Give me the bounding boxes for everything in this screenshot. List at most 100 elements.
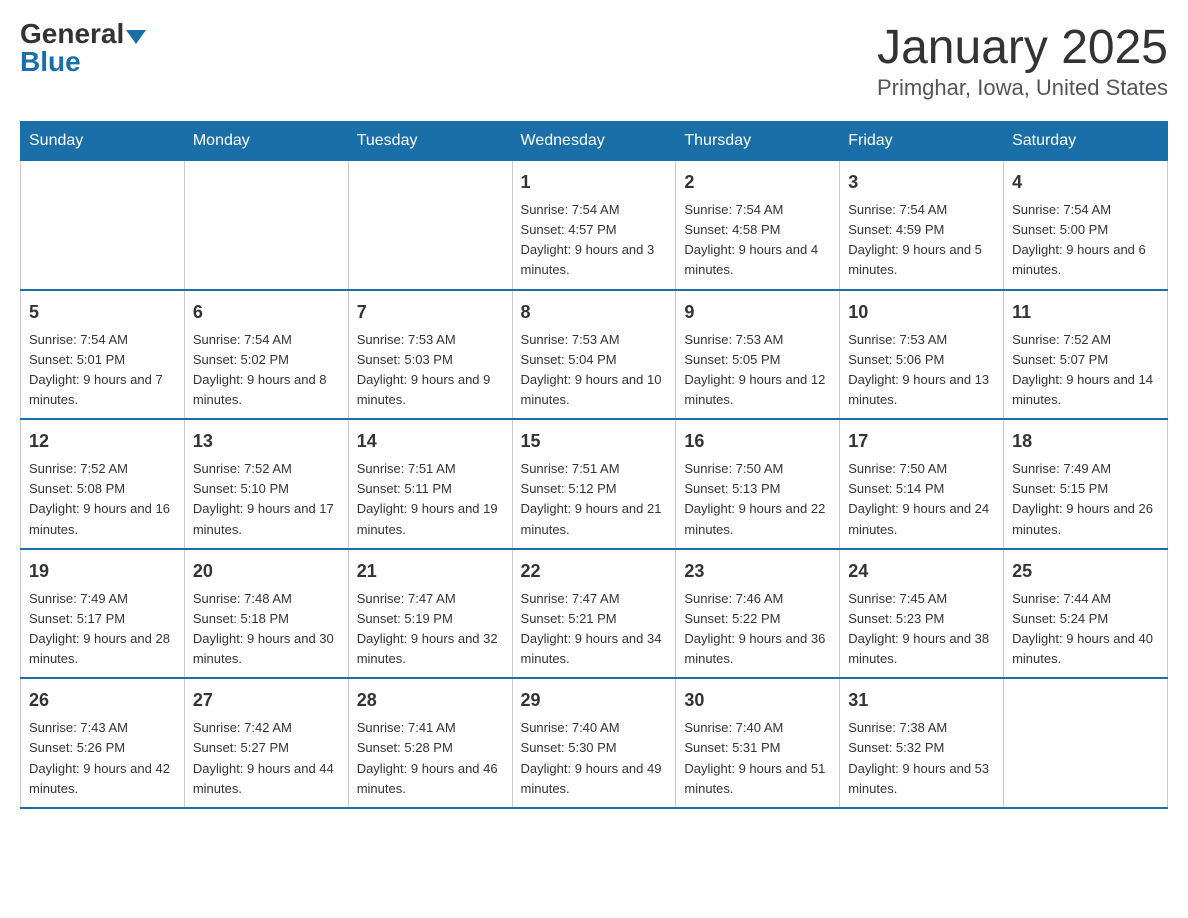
day-info: Sunrise: 7:54 AMSunset: 4:57 PMDaylight:… — [521, 200, 668, 281]
logo-triangle-icon — [126, 30, 146, 44]
day-info: Sunrise: 7:50 AMSunset: 5:13 PMDaylight:… — [684, 459, 831, 540]
calendar-day-cell — [21, 161, 185, 290]
calendar-week-row: 26Sunrise: 7:43 AMSunset: 5:26 PMDayligh… — [21, 678, 1168, 808]
day-info: Sunrise: 7:53 AMSunset: 5:06 PMDaylight:… — [848, 330, 995, 411]
calendar-day-cell: 31 Sunrise: 7:38 AMSunset: 5:32 PMDayligh… — [840, 678, 1004, 808]
calendar-day-cell: 25Sunrise: 7:44 AMSunset: 5:24 PMDayligh… — [1004, 549, 1168, 679]
day-info: Sunrise: 7:49 AMSunset: 5:17 PMDaylight:… — [29, 589, 176, 670]
calendar-day-cell: 6Sunrise: 7:54 AMSunset: 5:02 PMDaylight… — [184, 290, 348, 420]
calendar-day-cell: 18Sunrise: 7:49 AMSunset: 5:15 PMDayligh… — [1004, 419, 1168, 549]
day-info: Sunrise: 7:53 AMSunset: 5:03 PMDaylight:… — [357, 330, 504, 411]
calendar-day-cell: 24 Sunrise: 7:45 AMSunset: 5:23 PMDayligh… — [840, 549, 1004, 679]
calendar-day-cell: 8 Sunrise: 7:53 AMSunset: 5:04 PMDaylight… — [512, 290, 676, 420]
day-info: Sunrise: 7:54 AMSunset: 5:00 PMDaylight:… — [1012, 200, 1159, 281]
logo-line2: Blue — [20, 48, 81, 76]
day-info: Sunrise: 7:42 AMSunset: 5:27 PMDaylight:… — [193, 718, 340, 799]
day-number: 2 — [684, 169, 831, 196]
day-info: Sunrise: 7:51 AMSunset: 5:11 PMDaylight:… — [357, 459, 504, 540]
day-number: 30 — [684, 687, 831, 714]
calendar-day-cell: 11Sunrise: 7:52 AMSunset: 5:07 PMDayligh… — [1004, 290, 1168, 420]
day-number: 10 — [848, 299, 995, 326]
calendar-day-cell: 2 Sunrise: 7:54 AMSunset: 4:58 PMDaylight… — [676, 161, 840, 290]
logo-general-text: General — [20, 18, 124, 49]
title-section: January 2025 Primghar, Iowa, United Stat… — [877, 20, 1168, 101]
calendar-day-cell: 15Sunrise: 7:51 AMSunset: 5:12 PMDayligh… — [512, 419, 676, 549]
day-number: 5 — [29, 299, 176, 326]
day-number: 17 — [848, 428, 995, 455]
day-info: Sunrise: 7:54 AMSunset: 4:58 PMDaylight:… — [684, 200, 831, 281]
day-number: 23 — [684, 558, 831, 585]
calendar-day-cell: 9 Sunrise: 7:53 AMSunset: 5:05 PMDaylight… — [676, 290, 840, 420]
calendar-week-row: 1 Sunrise: 7:54 AMSunset: 4:57 PMDaylight… — [21, 161, 1168, 290]
calendar-day-header: Tuesday — [348, 122, 512, 161]
day-number: 21 — [357, 558, 504, 585]
day-number: 1 — [521, 169, 668, 196]
calendar-day-cell: 12Sunrise: 7:52 AMSunset: 5:08 PMDayligh… — [21, 419, 185, 549]
calendar-day-cell: 17 Sunrise: 7:50 AMSunset: 5:14 PMDayligh… — [840, 419, 1004, 549]
subtitle: Primghar, Iowa, United States — [877, 75, 1168, 101]
calendar-week-row: 5 Sunrise: 7:54 AMSunset: 5:01 PMDaylight… — [21, 290, 1168, 420]
day-number: 7 — [357, 299, 504, 326]
day-info: Sunrise: 7:54 AMSunset: 5:01 PMDaylight:… — [29, 330, 176, 411]
day-info: Sunrise: 7:49 AMSunset: 5:15 PMDaylight:… — [1012, 459, 1159, 540]
calendar-day-cell — [184, 161, 348, 290]
calendar-day-cell — [1004, 678, 1168, 808]
calendar-day-cell: 5 Sunrise: 7:54 AMSunset: 5:01 PMDaylight… — [21, 290, 185, 420]
day-number: 28 — [357, 687, 504, 714]
day-number: 9 — [684, 299, 831, 326]
day-number: 12 — [29, 428, 176, 455]
calendar-day-cell: 22 Sunrise: 7:47 AMSunset: 5:21 PMDayligh… — [512, 549, 676, 679]
calendar-day-cell: 19 Sunrise: 7:49 AMSunset: 5:17 PMDayligh… — [21, 549, 185, 679]
logo-line1: General — [20, 20, 146, 48]
day-info: Sunrise: 7:53 AMSunset: 5:05 PMDaylight:… — [684, 330, 831, 411]
day-info: Sunrise: 7:50 AMSunset: 5:14 PMDaylight:… — [848, 459, 995, 540]
day-number: 3 — [848, 169, 995, 196]
day-number: 29 — [521, 687, 668, 714]
calendar-day-cell: 1 Sunrise: 7:54 AMSunset: 4:57 PMDaylight… — [512, 161, 676, 290]
day-info: Sunrise: 7:52 AMSunset: 5:10 PMDaylight:… — [193, 459, 340, 540]
calendar-day-cell: 14 Sunrise: 7:51 AMSunset: 5:11 PMDayligh… — [348, 419, 512, 549]
calendar-day-cell: 7 Sunrise: 7:53 AMSunset: 5:03 PMDaylight… — [348, 290, 512, 420]
logo: General Blue — [20, 20, 146, 76]
day-number: 19 — [29, 558, 176, 585]
calendar-table: SundayMondayTuesdayWednesdayThursdayFrid… — [20, 121, 1168, 809]
day-number: 26 — [29, 687, 176, 714]
day-number: 20 — [193, 558, 340, 585]
calendar-day-cell: 3 Sunrise: 7:54 AMSunset: 4:59 PMDaylight… — [840, 161, 1004, 290]
calendar-day-header: Friday — [840, 122, 1004, 161]
calendar-day-cell: 16Sunrise: 7:50 AMSunset: 5:13 PMDayligh… — [676, 419, 840, 549]
calendar-day-header: Thursday — [676, 122, 840, 161]
day-info: Sunrise: 7:47 AMSunset: 5:19 PMDaylight:… — [357, 589, 504, 670]
calendar-day-cell: 26Sunrise: 7:43 AMSunset: 5:26 PMDayligh… — [21, 678, 185, 808]
day-info: Sunrise: 7:45 AMSunset: 5:23 PMDaylight:… — [848, 589, 995, 670]
calendar-day-cell: 10 Sunrise: 7:53 AMSunset: 5:06 PMDayligh… — [840, 290, 1004, 420]
calendar-day-header: Sunday — [21, 122, 185, 161]
day-info: Sunrise: 7:54 AMSunset: 5:02 PMDaylight:… — [193, 330, 340, 411]
day-info: Sunrise: 7:41 AMSunset: 5:28 PMDaylight:… — [357, 718, 504, 799]
day-info: Sunrise: 7:54 AMSunset: 4:59 PMDaylight:… — [848, 200, 995, 281]
day-number: 24 — [848, 558, 995, 585]
calendar-day-cell: 23 Sunrise: 7:46 AMSunset: 5:22 PMDayligh… — [676, 549, 840, 679]
calendar-day-cell: 20Sunrise: 7:48 AMSunset: 5:18 PMDayligh… — [184, 549, 348, 679]
day-info: Sunrise: 7:46 AMSunset: 5:22 PMDaylight:… — [684, 589, 831, 670]
calendar-day-cell: 29Sunrise: 7:40 AMSunset: 5:30 PMDayligh… — [512, 678, 676, 808]
day-number: 22 — [521, 558, 668, 585]
day-info: Sunrise: 7:47 AMSunset: 5:21 PMDaylight:… — [521, 589, 668, 670]
page-header: General Blue January 2025 Primghar, Iowa… — [20, 20, 1168, 101]
day-info: Sunrise: 7:52 AMSunset: 5:07 PMDaylight:… — [1012, 330, 1159, 411]
day-number: 14 — [357, 428, 504, 455]
day-number: 25 — [1012, 558, 1159, 585]
calendar-day-cell: 27Sunrise: 7:42 AMSunset: 5:27 PMDayligh… — [184, 678, 348, 808]
calendar-day-cell: 30Sunrise: 7:40 AMSunset: 5:31 PMDayligh… — [676, 678, 840, 808]
day-info: Sunrise: 7:38 AMSunset: 5:32 PMDaylight:… — [848, 718, 995, 799]
day-number: 15 — [521, 428, 668, 455]
calendar-week-row: 12Sunrise: 7:52 AMSunset: 5:08 PMDayligh… — [21, 419, 1168, 549]
calendar-week-row: 19 Sunrise: 7:49 AMSunset: 5:17 PMDayligh… — [21, 549, 1168, 679]
calendar-day-header: Monday — [184, 122, 348, 161]
day-info: Sunrise: 7:53 AMSunset: 5:04 PMDaylight:… — [521, 330, 668, 411]
day-number: 31 — [848, 687, 995, 714]
calendar-day-cell: 28 Sunrise: 7:41 AMSunset: 5:28 PMDayligh… — [348, 678, 512, 808]
calendar-day-header: Saturday — [1004, 122, 1168, 161]
day-number: 8 — [521, 299, 668, 326]
day-number: 13 — [193, 428, 340, 455]
